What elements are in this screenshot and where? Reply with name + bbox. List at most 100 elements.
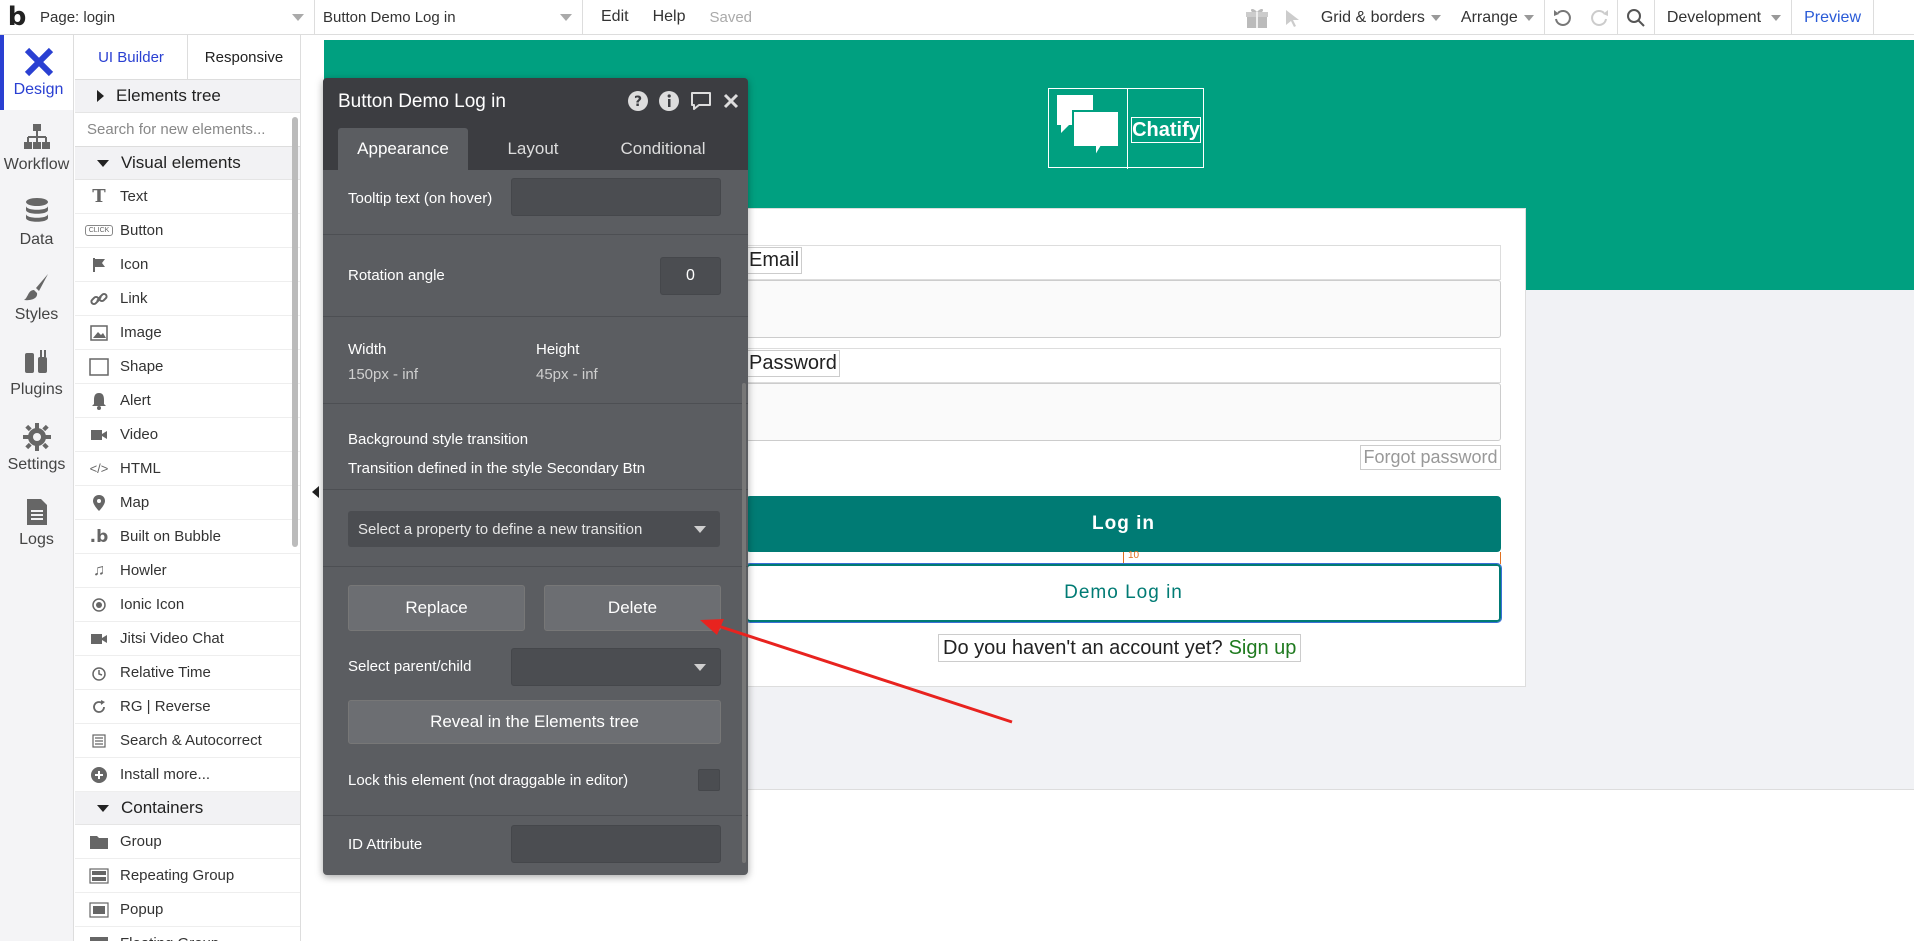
containers-toggle[interactable]: Containers bbox=[75, 792, 300, 825]
palette-item-image[interactable]: Image bbox=[75, 316, 300, 350]
gift-icon[interactable] bbox=[1239, 0, 1275, 35]
collapse-palette-icon[interactable] bbox=[312, 486, 319, 498]
palette-item-label: Text bbox=[120, 188, 148, 205]
note-icon: ♫ bbox=[93, 561, 105, 579]
palette-item-jitsi-video-chat[interactable]: Jitsi Video Chat bbox=[75, 622, 300, 656]
reveal-in-tree-button[interactable]: Reveal in the Elements tree bbox=[348, 700, 721, 744]
email-input[interactable] bbox=[746, 280, 1501, 338]
element-search-input[interactable]: Search for new elements... bbox=[75, 113, 300, 147]
info-icon[interactable] bbox=[658, 90, 680, 112]
chatify-logo[interactable]: Chatify bbox=[1048, 88, 1204, 169]
palette-item-install-more[interactable]: Install more... bbox=[75, 758, 300, 792]
palette-item-link[interactable]: Link bbox=[75, 282, 300, 316]
help-icon[interactable]: ? bbox=[627, 90, 649, 112]
bell-icon bbox=[84, 392, 114, 410]
undo-icon[interactable] bbox=[1545, 0, 1581, 35]
tooltip-input[interactable] bbox=[511, 178, 721, 216]
palette-item-search-autocorrect[interactable]: Search & Autocorrect bbox=[75, 724, 300, 758]
elements-tree-toggle[interactable]: Elements tree bbox=[75, 80, 300, 113]
arrange-menu[interactable]: Arrange bbox=[1451, 0, 1544, 35]
palette-item-relative-time[interactable]: Relative Time bbox=[75, 656, 300, 690]
tab-appearance[interactable]: Appearance bbox=[338, 128, 468, 170]
width-value: 150px - inf bbox=[348, 366, 419, 383]
rail-plugins[interactable]: Plugins bbox=[0, 335, 73, 410]
tab-conditional[interactable]: Conditional bbox=[598, 128, 728, 170]
palette-item-alert[interactable]: Alert bbox=[75, 384, 300, 418]
palette-item-rg-reverse[interactable]: RG | Reverse bbox=[75, 690, 300, 724]
transition-label: Background style transition bbox=[348, 431, 529, 448]
palette-item-button[interactable]: CLICK Button bbox=[75, 214, 300, 248]
chevron-down-icon bbox=[560, 13, 572, 21]
code-icon: </> bbox=[89, 461, 109, 476]
rail-workflow[interactable]: Workflow bbox=[0, 110, 73, 185]
transition-select[interactable]: Select a property to define a new transi… bbox=[348, 511, 720, 547]
tab-ui-builder[interactable]: UI Builder bbox=[75, 35, 188, 79]
menu-edit[interactable]: Edit bbox=[589, 0, 641, 35]
palette-item-shape[interactable]: Shape bbox=[75, 350, 300, 384]
rail-design-label: Design bbox=[13, 80, 64, 98]
close-icon[interactable] bbox=[722, 92, 740, 110]
transition-select-row: Select a property to define a new transi… bbox=[323, 490, 748, 567]
height-value: 45px - inf bbox=[536, 366, 598, 383]
menu-help[interactable]: Help bbox=[641, 0, 698, 35]
palette-item-icon[interactable]: Icon bbox=[75, 248, 300, 282]
palette-tabs: UI Builder Responsive bbox=[75, 35, 300, 80]
signup-link[interactable]: Sign up bbox=[1229, 637, 1297, 660]
lock-checkbox[interactable] bbox=[698, 769, 720, 791]
palette-item-ionic-icon[interactable]: Ionic Icon bbox=[75, 588, 300, 622]
password-input[interactable] bbox=[746, 383, 1501, 441]
palette-item-repeating-group[interactable]: Repeating Group bbox=[75, 859, 300, 893]
rail-settings[interactable]: Settings bbox=[0, 410, 73, 485]
grid-borders-menu[interactable]: Grid & borders bbox=[1311, 0, 1451, 35]
rail-styles[interactable]: Styles bbox=[0, 260, 73, 335]
palette-item-group[interactable]: Group bbox=[75, 825, 300, 859]
palette-item-label: Popup bbox=[120, 901, 164, 918]
replace-button[interactable]: Replace bbox=[348, 585, 525, 631]
palette-item-label: Icon bbox=[120, 256, 149, 273]
page-select[interactable]: Page: login bbox=[32, 0, 315, 35]
video-icon bbox=[84, 632, 114, 646]
palette-item-label: Alert bbox=[120, 392, 151, 409]
login-button[interactable]: Log in bbox=[746, 496, 1501, 552]
element-select[interactable]: Button Demo Log in bbox=[315, 0, 583, 35]
flag-icon bbox=[84, 257, 114, 273]
palette-item-map[interactable]: Map bbox=[75, 486, 300, 520]
tab-responsive[interactable]: Responsive bbox=[188, 35, 300, 79]
palette-item-html[interactable]: </> HTML bbox=[75, 452, 300, 486]
rotation-input[interactable]: 0 bbox=[660, 257, 721, 295]
preview-link[interactable]: Preview bbox=[1792, 9, 1873, 27]
rail-logs[interactable]: Logs bbox=[0, 485, 73, 560]
environment-label: Development bbox=[1666, 8, 1762, 26]
rail-data[interactable]: Data bbox=[0, 185, 73, 260]
editor-scrollbar[interactable] bbox=[742, 383, 746, 863]
tab-layout[interactable]: Layout bbox=[468, 128, 598, 170]
plus-icon bbox=[84, 766, 114, 784]
id-attribute-input[interactable] bbox=[511, 825, 721, 863]
bubble-logo[interactable]: b bbox=[2, 0, 32, 35]
visual-elements-toggle[interactable]: Visual elements bbox=[75, 147, 300, 180]
palette-item-text[interactable]: T Text bbox=[75, 180, 300, 214]
palette-item-label: Repeating Group bbox=[120, 867, 235, 884]
save-status: Saved bbox=[709, 8, 753, 26]
environment-menu[interactable]: Development bbox=[1655, 0, 1791, 35]
rail-design[interactable]: Design bbox=[0, 35, 73, 110]
forgot-password-link[interactable]: Forgot password bbox=[1360, 445, 1501, 470]
search-icon[interactable] bbox=[1618, 0, 1654, 35]
parent-child-select[interactable] bbox=[511, 648, 721, 686]
delete-button[interactable]: Delete bbox=[544, 585, 721, 631]
workflow-icon bbox=[23, 123, 50, 149]
palette-item-popup[interactable]: Popup bbox=[75, 893, 300, 927]
divider bbox=[1873, 0, 1874, 35]
editor-header[interactable]: Button Demo Log in ? bbox=[323, 78, 748, 125]
palette-item-video[interactable]: Video bbox=[75, 418, 300, 452]
palette-scrollbar[interactable] bbox=[292, 117, 298, 547]
palette-item-built-on-bubble[interactable]: .b Built on Bubble bbox=[75, 520, 300, 554]
cursor-icon[interactable] bbox=[1275, 0, 1311, 35]
palette-item-howler[interactable]: ♫ Howler bbox=[75, 554, 300, 588]
palette-item-floating-group[interactable]: Floating Group bbox=[75, 927, 300, 941]
demo-login-button[interactable]: Demo Log in bbox=[745, 563, 1502, 623]
redo-icon[interactable] bbox=[1581, 0, 1617, 35]
rail-workflow-label: Workflow bbox=[3, 155, 70, 173]
comment-icon[interactable] bbox=[689, 90, 713, 112]
tooltip-row: Tooltip text (on hover) bbox=[323, 170, 748, 235]
